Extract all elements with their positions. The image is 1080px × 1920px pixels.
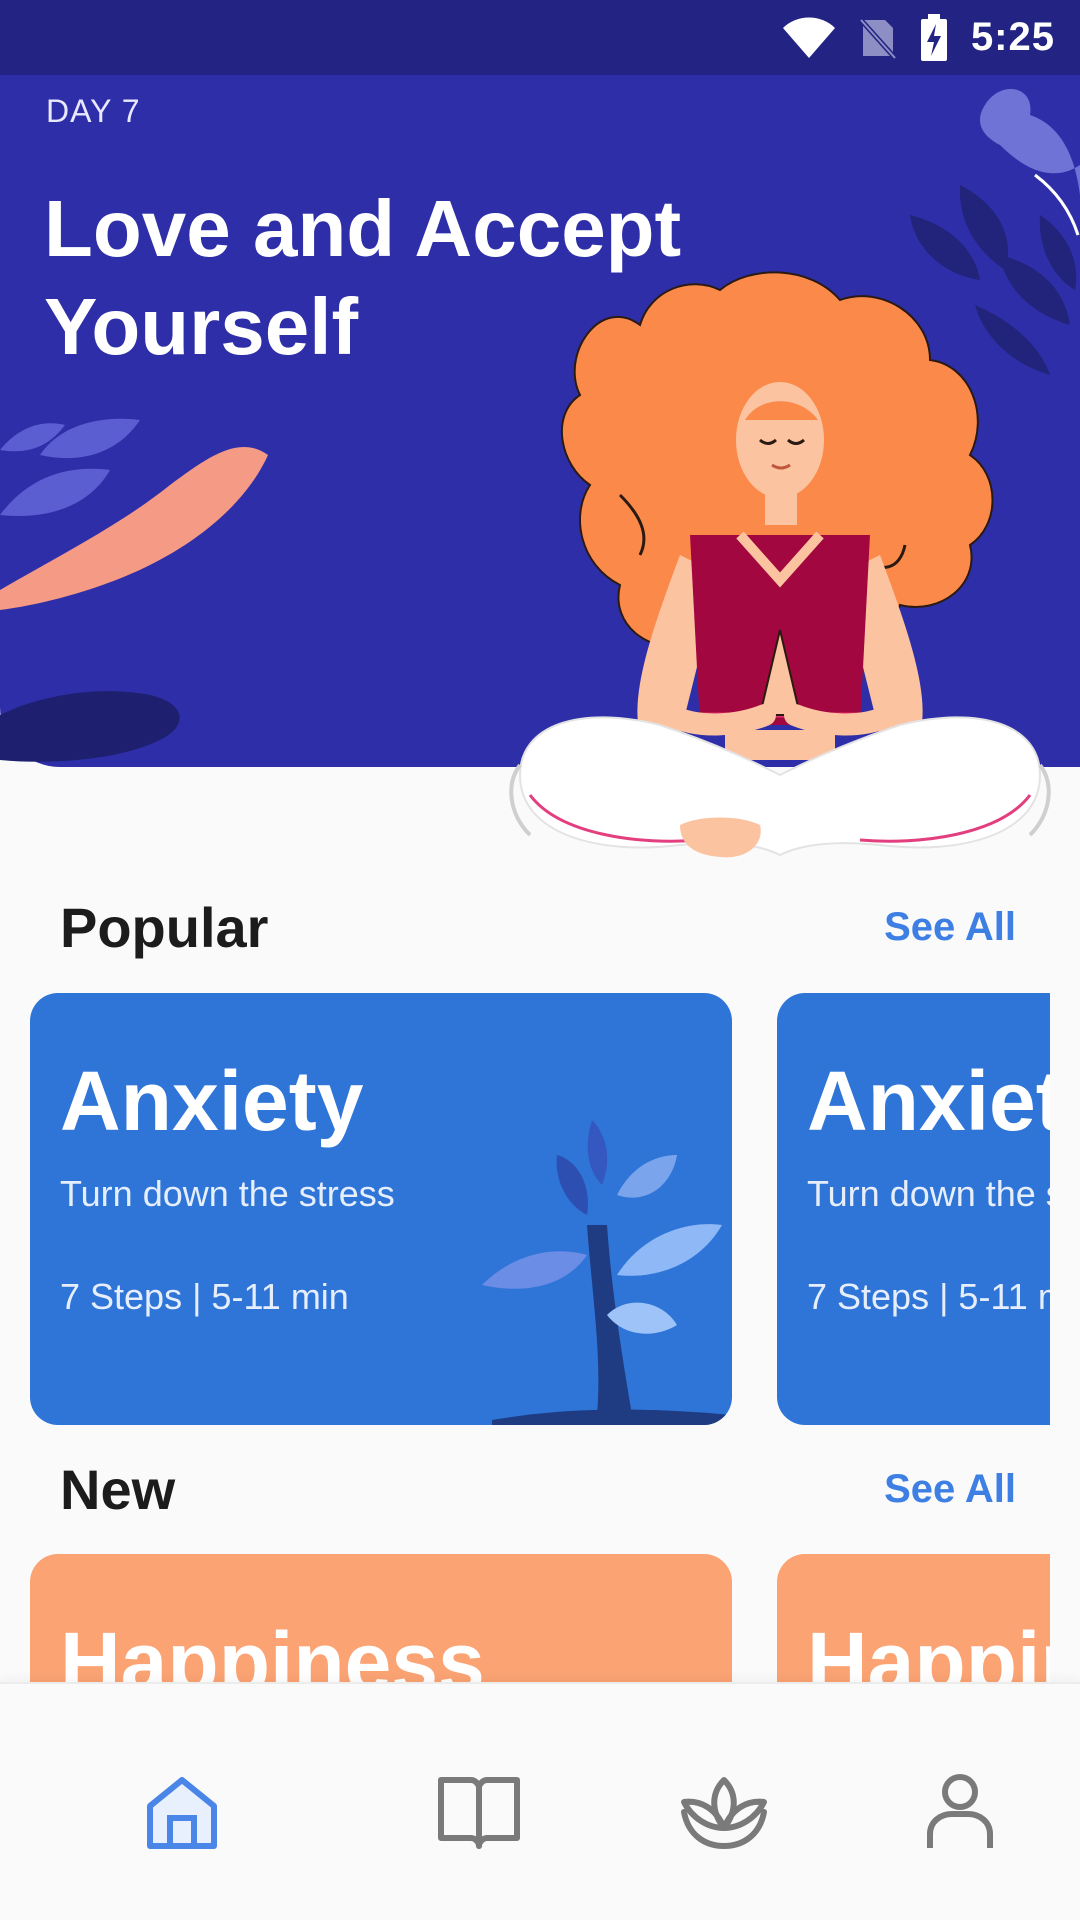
card-meta: 7 Steps | 5-11 min	[60, 1276, 349, 1317]
day-label: DAY 7	[46, 93, 141, 129]
card-title: Happiness	[60, 1615, 485, 1682]
no-sim-icon	[859, 16, 897, 60]
battery-charging-icon	[919, 13, 949, 62]
nav-meditate[interactable]	[676, 1764, 772, 1860]
status-time: 5:25	[970, 15, 1055, 59]
new-section-header: New See All	[60, 1457, 1016, 1522]
book-icon	[438, 1777, 520, 1849]
nav-library[interactable]	[431, 1764, 527, 1860]
new-card[interactable]: Happiness	[30, 1554, 732, 1682]
card-subtitle: Turn down the stress	[807, 1173, 1050, 1214]
card-meta: 7 Steps | 5-11 min	[807, 1276, 1050, 1317]
home-icon	[147, 1777, 217, 1849]
new-carousel[interactable]: Happiness Happiness	[0, 1554, 1050, 1682]
nav-home[interactable]	[134, 1764, 230, 1860]
popular-carousel[interactable]: Anxiety Turn down the stress 7 Steps | 5…	[0, 993, 1050, 1425]
profile-icon	[927, 1774, 993, 1848]
lotus-icon	[681, 1777, 767, 1850]
popular-section-header: Popular See All	[60, 895, 1016, 960]
screen: 5:25 DAY 7 Love and Accept Yourself Popu…	[0, 0, 1080, 1920]
status-bar: 5:25	[0, 0, 1080, 75]
nav-profile[interactable]	[912, 1764, 1008, 1860]
card-subtitle: Turn down the stress	[60, 1173, 395, 1214]
popular-see-all-link[interactable]: See All	[884, 905, 1016, 950]
hero-title: Love and Accept Yourself	[44, 184, 682, 371]
card-title: Anxiety	[807, 1054, 1050, 1148]
new-see-all-link[interactable]: See All	[884, 1467, 1016, 1512]
tree-icon	[482, 1120, 732, 1425]
hero-banner[interactable]: DAY 7 Love and Accept Yourself	[0, 75, 1080, 767]
card-title: Happiness	[807, 1615, 1050, 1682]
new-heading: New	[60, 1458, 176, 1521]
popular-card[interactable]: Anxiety Turn down the stress 7 Steps | 5…	[30, 993, 732, 1425]
popular-card[interactable]: Anxiety Turn down the stress 7 Steps | 5…	[777, 993, 1050, 1425]
new-card[interactable]: Happiness	[777, 1554, 1050, 1682]
popular-heading: Popular	[60, 896, 269, 959]
bottom-navigation	[0, 1682, 1080, 1920]
card-title: Anxiety	[60, 1054, 364, 1148]
wifi-icon	[781, 16, 837, 60]
